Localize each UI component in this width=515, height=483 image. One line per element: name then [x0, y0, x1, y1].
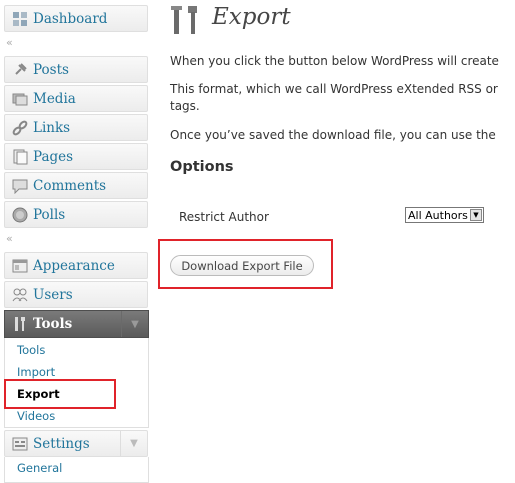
- collapse-icon: «: [6, 232, 13, 245]
- link-icon: [11, 119, 29, 137]
- author-select[interactable]: All Authors ▼: [405, 207, 484, 223]
- format-paragraph: This format, which we call WordPress eXt…: [170, 82, 498, 96]
- main-content: Export When you click the button below W…: [150, 0, 515, 483]
- highlight-export: [4, 379, 116, 409]
- chevron-down-icon[interactable]: ▼: [121, 311, 148, 337]
- menu-pages-label: Pages: [33, 148, 74, 165]
- settings-submenu: General: [4, 457, 149, 483]
- intro-paragraph: When you click the button below WordPres…: [170, 54, 499, 68]
- options-heading: Options: [170, 159, 234, 175]
- users-icon: [11, 286, 29, 304]
- polls-icon: [11, 206, 29, 224]
- menu-polls-label: Polls: [33, 206, 66, 223]
- tools-icon: [11, 315, 29, 333]
- submenu-general[interactable]: General: [17, 461, 62, 475]
- menu-pages[interactable]: Pages: [4, 143, 148, 170]
- menu-separator[interactable]: «: [4, 36, 148, 49]
- page-title: Export: [212, 4, 291, 30]
- settings-icon: [11, 435, 29, 453]
- menu-comments[interactable]: Comments: [4, 172, 148, 199]
- menu-media[interactable]: Media: [4, 85, 148, 112]
- tools-icon: [170, 4, 204, 40]
- submenu-videos[interactable]: Videos: [17, 409, 55, 423]
- menu-comments-label: Comments: [33, 177, 107, 194]
- comment-icon: [11, 177, 29, 195]
- format-paragraph-cont: tags.: [170, 99, 200, 113]
- menu-posts[interactable]: Posts: [4, 56, 148, 83]
- restrict-author-label: Restrict Author: [179, 210, 269, 224]
- chevron-down-icon[interactable]: ▼: [120, 431, 147, 456]
- menu-users[interactable]: Users: [4, 281, 148, 308]
- download-paragraph: Once you’ve saved the download file, you…: [170, 128, 496, 142]
- menu-media-label: Media: [33, 90, 76, 107]
- appearance-icon: [11, 257, 29, 275]
- menu-separator[interactable]: «: [4, 232, 148, 245]
- author-select-value: All Authors: [408, 208, 468, 222]
- media-icon: [11, 90, 29, 108]
- menu-settings[interactable]: Settings ▼: [4, 430, 148, 457]
- admin-sidebar: Dashboard « Posts Media Links Pages Comm…: [0, 0, 149, 483]
- dashboard-icon: [11, 10, 29, 28]
- menu-appearance[interactable]: Appearance: [4, 252, 148, 279]
- menu-dashboard[interactable]: Dashboard: [4, 5, 148, 32]
- menu-users-label: Users: [33, 286, 73, 303]
- menu-tools-label: Tools: [33, 316, 73, 332]
- pin-icon: [11, 61, 29, 79]
- menu-links[interactable]: Links: [4, 114, 148, 141]
- menu-dashboard-label: Dashboard: [33, 10, 108, 27]
- submenu-import[interactable]: Import: [17, 365, 55, 379]
- menu-settings-label: Settings: [33, 435, 90, 452]
- menu-tools[interactable]: Tools ▼: [4, 310, 149, 338]
- highlight-download: [158, 239, 333, 289]
- pages-icon: [11, 148, 29, 166]
- menu-links-label: Links: [33, 119, 71, 136]
- submenu-tools[interactable]: Tools: [17, 343, 45, 357]
- dropdown-arrow-icon[interactable]: ▼: [470, 209, 482, 221]
- menu-appearance-label: Appearance: [33, 257, 115, 274]
- collapse-icon: «: [6, 36, 13, 49]
- menu-posts-label: Posts: [33, 61, 69, 78]
- menu-polls[interactable]: Polls: [4, 201, 148, 228]
